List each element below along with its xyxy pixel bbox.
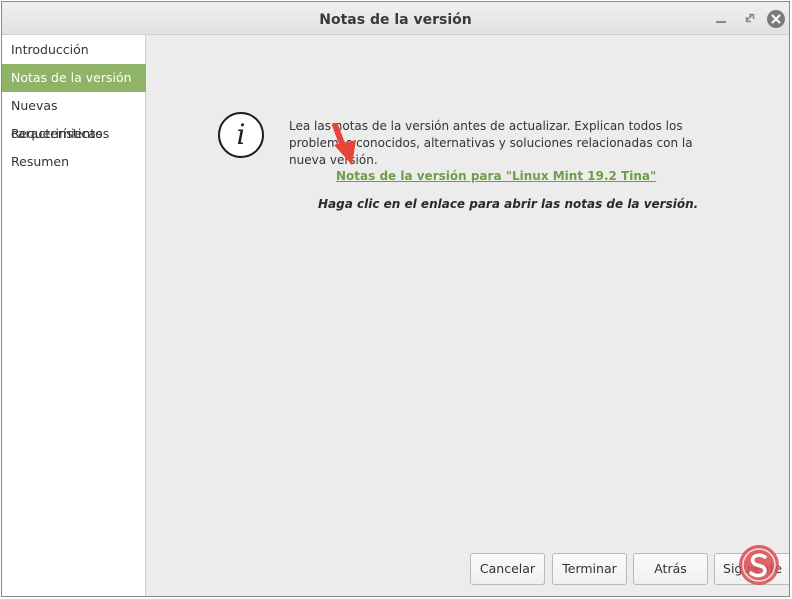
window-title: Notas de la versión xyxy=(319,12,472,28)
minimize-button[interactable] xyxy=(714,11,728,25)
sidebar-item-notas-de-la-version[interactable]: Notas de la versión xyxy=(2,64,146,92)
watermark-logo-icon xyxy=(739,545,779,585)
finish-button[interactable]: Terminar xyxy=(552,553,627,585)
close-button[interactable] xyxy=(767,10,785,28)
click-hint: Haga clic en el enlace para abrir las no… xyxy=(318,197,699,211)
sidebar-item-introduccion[interactable]: Introducción xyxy=(2,36,146,64)
close-icon xyxy=(771,14,781,24)
cancel-button[interactable]: Cancelar xyxy=(470,553,545,585)
back-button[interactable]: Atrás xyxy=(633,553,708,585)
sidebar-item-requerimientos[interactable]: Requerimientos xyxy=(2,120,146,148)
sidebar-item-resumen[interactable]: Resumen xyxy=(2,148,146,176)
main-panel: i Lea las notas de la versión antes de a… xyxy=(147,35,789,596)
maximize-button[interactable] xyxy=(743,11,757,25)
maximize-icon xyxy=(745,13,755,23)
release-notes-link[interactable]: Notas de la versión para "Linux Mint 19.… xyxy=(336,169,656,183)
sidebar: Introducción Notas de la versión Nuevas … xyxy=(2,35,146,596)
sidebar-item-nuevas-caracteristicas[interactable]: Nuevas características xyxy=(2,92,146,141)
info-icon: i xyxy=(218,112,264,158)
arrow-icon xyxy=(332,123,356,165)
dialog-window: Notas de la versión Introducción Notas d… xyxy=(1,1,790,597)
title-bar[interactable]: Notas de la versión xyxy=(2,2,789,35)
